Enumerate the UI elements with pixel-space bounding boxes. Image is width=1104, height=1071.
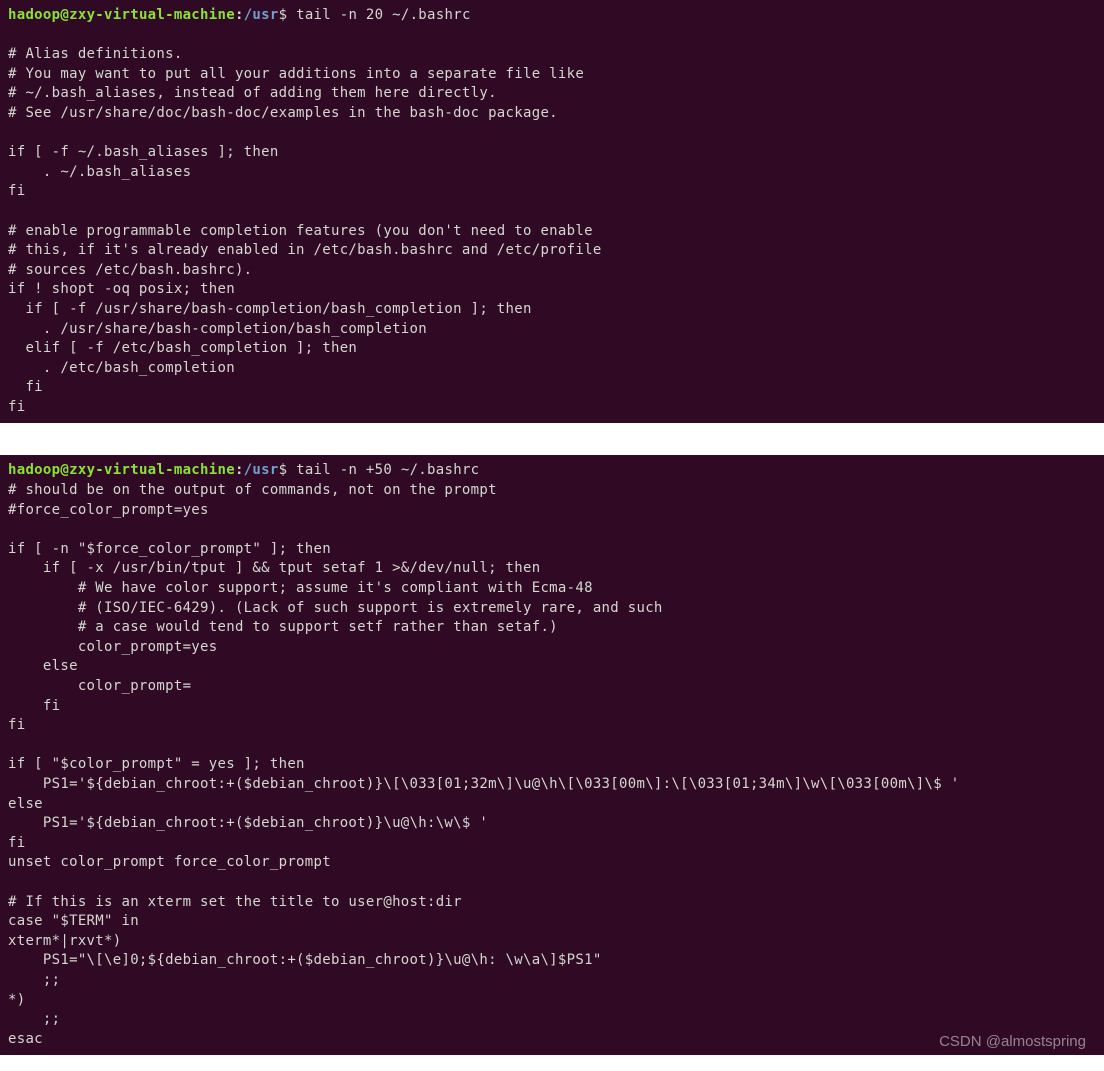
prompt-user: hadoop: [8, 7, 60, 23]
terminal-window-1[interactable]: hadoop@zxy-virtual-machine:/usr$ tail -n…: [0, 0, 1104, 423]
prompt-colon: :: [235, 7, 244, 23]
prompt-at: @: [60, 7, 69, 23]
command-input-1[interactable]: tail -n 20 ~/.bashrc: [296, 7, 471, 23]
prompt-dollar: $: [279, 462, 288, 478]
terminal-window-2[interactable]: hadoop@zxy-virtual-machine:/usr$ tail -n…: [0, 455, 1104, 1055]
command-input-2[interactable]: tail -n +50 ~/.bashrc: [296, 462, 479, 478]
command-output-2: # should be on the output of commands, n…: [8, 482, 959, 1047]
prompt-dollar: $: [279, 7, 288, 23]
prompt-path: /usr: [244, 7, 279, 23]
command-output-1: # Alias definitions. # You may want to p…: [8, 46, 602, 415]
prompt-path: /usr: [244, 462, 279, 478]
prompt-at: @: [60, 462, 69, 478]
prompt-colon: :: [235, 462, 244, 478]
prompt-host: zxy-virtual-machine: [69, 462, 235, 478]
prompt-host: zxy-virtual-machine: [69, 7, 235, 23]
prompt-user: hadoop: [8, 462, 60, 478]
